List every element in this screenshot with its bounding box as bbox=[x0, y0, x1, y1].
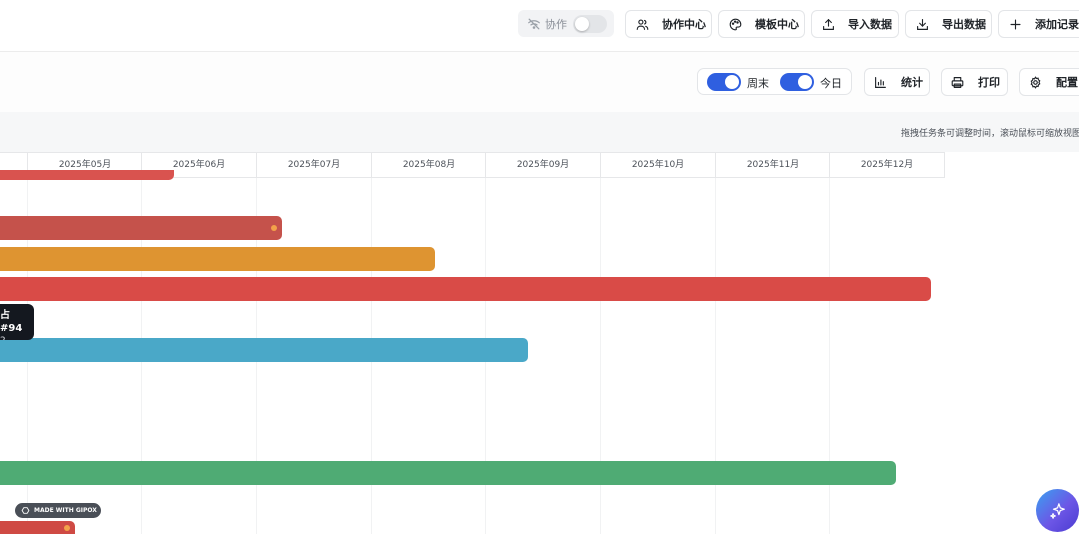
drag-hint-text: 拖拽任务条可调整时间，滚动鼠标可缩放视图 bbox=[901, 129, 1079, 139]
gear-icon bbox=[1030, 75, 1041, 89]
month-label: 2025年12月 bbox=[829, 153, 944, 177]
ai-assistant-button[interactable] bbox=[1036, 489, 1079, 532]
add-record-button[interactable]: 添加记录 bbox=[998, 10, 1079, 38]
task-bar[interactable] bbox=[0, 247, 435, 271]
month-label: 2025年07月 bbox=[256, 153, 371, 177]
task-bar[interactable] bbox=[0, 338, 528, 362]
template-center-button[interactable]: 模板中心 bbox=[718, 10, 805, 38]
made-with-badge[interactable]: MADE WITH GIPOX bbox=[15, 503, 101, 518]
palette-icon bbox=[729, 18, 742, 30]
stats-label: 统计 bbox=[901, 76, 923, 89]
weekend-switch[interactable] bbox=[707, 73, 741, 91]
task-bar[interactable] bbox=[0, 216, 282, 240]
export-data-button[interactable]: 导出数据 bbox=[905, 10, 992, 38]
month-label: 2025年09月 bbox=[485, 153, 600, 177]
display-toggles: 周末 今日 bbox=[697, 68, 852, 95]
config-button[interactable]: 配置 bbox=[1019, 68, 1079, 96]
stats-button[interactable]: 统计 bbox=[864, 68, 930, 96]
logo-icon bbox=[21, 507, 30, 514]
month-label: 2025年08月 bbox=[371, 153, 486, 177]
tooltip-title: 占 #94 bbox=[0, 310, 23, 334]
task-bar[interactable] bbox=[0, 170, 174, 180]
task-progress-dot bbox=[271, 225, 277, 231]
bar-chart-icon bbox=[875, 76, 886, 88]
printer-icon bbox=[951, 76, 964, 88]
made-with-label: MADE WITH GIPOX bbox=[34, 507, 97, 514]
config-label: 配置 bbox=[1056, 76, 1078, 89]
today-label: 今日 bbox=[820, 77, 842, 90]
users-icon bbox=[636, 18, 649, 30]
upload-icon bbox=[823, 18, 834, 30]
task-progress-dot bbox=[64, 525, 70, 531]
print-label: 打印 bbox=[978, 76, 1000, 89]
collab-center-button[interactable]: 协作中心 bbox=[625, 10, 712, 38]
template-center-label: 模板中心 bbox=[755, 18, 799, 31]
task-bar[interactable] bbox=[0, 461, 896, 485]
import-data-button[interactable]: 导入数据 bbox=[811, 10, 899, 38]
import-data-label: 导入数据 bbox=[848, 18, 892, 31]
weekend-label: 周末 bbox=[747, 77, 769, 90]
month-label: 2025年10月 bbox=[600, 153, 715, 177]
sparkle-icon bbox=[1049, 502, 1065, 519]
task-tooltip: 占 #94 2 bbox=[0, 304, 34, 340]
collab-toggle[interactable]: 协作 bbox=[518, 10, 614, 37]
month-label: 2025年11月 bbox=[715, 153, 830, 177]
task-bar[interactable] bbox=[0, 277, 931, 301]
download-icon bbox=[917, 18, 928, 30]
print-button[interactable]: 打印 bbox=[941, 68, 1008, 96]
add-record-label: 添加记录 bbox=[1035, 18, 1079, 31]
tooltip-sub: 2 bbox=[0, 335, 34, 340]
collab-switch[interactable] bbox=[573, 15, 607, 33]
collab-label: 协作 bbox=[545, 17, 567, 31]
task-bar[interactable] bbox=[0, 521, 75, 534]
plus-icon bbox=[1010, 18, 1021, 30]
top-toolbar: 协作 协作中心 模板中心 导入数据 导出数据 添加记录 bbox=[0, 0, 1079, 52]
today-switch[interactable] bbox=[780, 73, 814, 91]
export-data-label: 导出数据 bbox=[942, 18, 986, 31]
collab-center-label: 协作中心 bbox=[662, 18, 706, 31]
wifi-off-icon bbox=[528, 18, 540, 29]
